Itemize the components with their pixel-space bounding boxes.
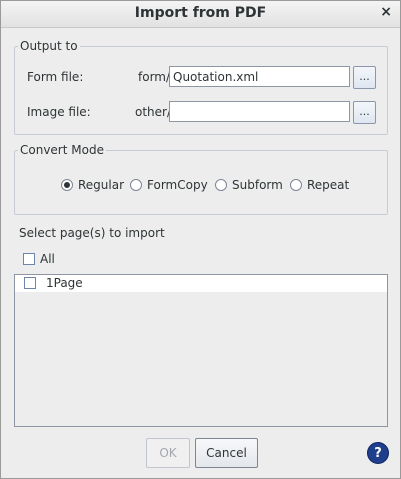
close-icon[interactable]: × (380, 4, 392, 20)
image-file-input[interactable] (169, 101, 350, 122)
ok-button[interactable]: OK (146, 438, 190, 468)
form-file-prefix: form/ (138, 70, 171, 84)
select-pages-heading: Select page(s) to import (19, 226, 165, 240)
radio-formcopy-label[interactable]: FormCopy (147, 178, 208, 192)
help-icon[interactable]: ? (367, 442, 389, 464)
radio-repeat[interactable] (290, 179, 302, 191)
list-item[interactable]: 1Page (15, 275, 387, 292)
radio-regular[interactable] (61, 179, 73, 191)
select-all-label[interactable]: All (40, 252, 55, 266)
page-label: 1Page (46, 276, 83, 290)
import-from-pdf-dialog: Import from PDF × Output to Form file: f… (0, 0, 401, 479)
image-file-label: Image file: (27, 105, 91, 119)
cancel-button[interactable]: Cancel (195, 438, 258, 468)
page-checkbox[interactable] (24, 277, 36, 289)
title-bar[interactable]: Import from PDF × (1, 1, 400, 28)
image-file-browse-button[interactable]: ... (353, 101, 376, 124)
radio-formcopy[interactable] (130, 179, 142, 191)
radio-subform-label[interactable]: Subform (232, 178, 283, 192)
radio-repeat-label[interactable]: Repeat (307, 178, 349, 192)
output-to-legend: Output to (20, 39, 78, 53)
form-file-input[interactable] (169, 66, 350, 87)
page-list[interactable]: 1Page (14, 274, 388, 427)
dialog-title: Import from PDF (134, 5, 267, 21)
radio-regular-label[interactable]: Regular (78, 178, 124, 192)
form-file-label: Form file: (27, 70, 84, 84)
select-all-checkbox[interactable] (23, 253, 35, 265)
form-file-browse-button[interactable]: ... (353, 66, 376, 89)
convert-mode-legend: Convert Mode (20, 143, 104, 157)
image-file-prefix: other/ (135, 105, 172, 119)
radio-subform[interactable] (215, 179, 227, 191)
